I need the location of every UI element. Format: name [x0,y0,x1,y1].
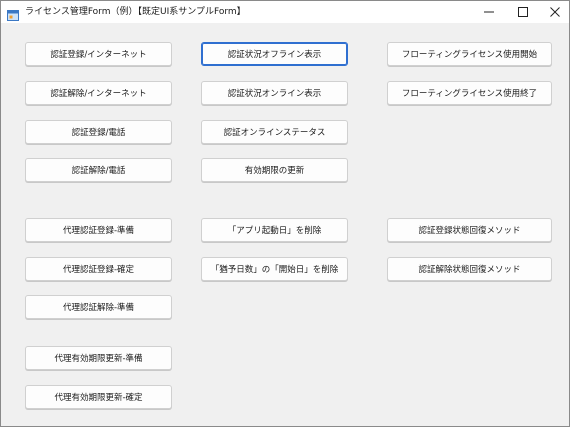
title-bar[interactable]: ライセンス管理Form（例）【既定UI系サンプルForm】 [1,1,569,23]
auth-status-offline-button[interactable]: 認証状況オフライン表示 [201,42,348,66]
auth-register-internet-button[interactable]: 認証登録/インターネット [25,42,172,66]
proxy-expiry-update-confirm-button[interactable]: 代理有効期限更新-確定 [25,385,172,409]
auth-release-phone-button[interactable]: 認証解除/電話 [25,158,172,182]
close-icon[interactable] [539,1,570,23]
auth-release-internet-button[interactable]: 認証解除/インターネット [25,81,172,105]
proxy-auth-register-prepare-button[interactable]: 代理認証登録-準備 [25,218,172,242]
delete-app-start-date-button[interactable]: 「アプリ起動日」を削除 [201,218,348,242]
proxy-expiry-update-prepare-button[interactable]: 代理有効期限更新-準備 [25,346,172,370]
auth-register-phone-button[interactable]: 認証登録/電話 [25,120,172,144]
release-state-recovery-button[interactable]: 認証解除状態回復メソッド [387,257,552,281]
proxy-auth-register-confirm-button[interactable]: 代理認証登録-確定 [25,257,172,281]
auth-status-online-button[interactable]: 認証状況オンライン表示 [201,81,348,105]
expiry-update-button[interactable]: 有効期限の更新 [201,158,348,182]
window-title: ライセンス管理Form（例）【既定UI系サンプルForm】 [25,7,246,17]
maximize-icon[interactable] [507,1,539,23]
auth-online-status-button[interactable]: 認証オンラインステータス [201,120,348,144]
floating-license-start-button[interactable]: フローティングライセンス使用開始 [387,42,552,66]
delete-grace-start-date-button[interactable]: 「猶予日数」の「開始日」を削除 [201,257,348,281]
register-state-recovery-button[interactable]: 認証登録状態回復メソッド [387,218,552,242]
app-icon [7,6,19,21]
license-management-window: ライセンス管理Form（例）【既定UI系サンプルForm】 認証登録/インターネ… [0,0,570,427]
floating-license-end-button[interactable]: フローティングライセンス使用終了 [387,81,552,105]
proxy-auth-release-prepare-button[interactable]: 代理認証解除-準備 [25,295,172,319]
minimize-icon[interactable] [473,1,505,23]
